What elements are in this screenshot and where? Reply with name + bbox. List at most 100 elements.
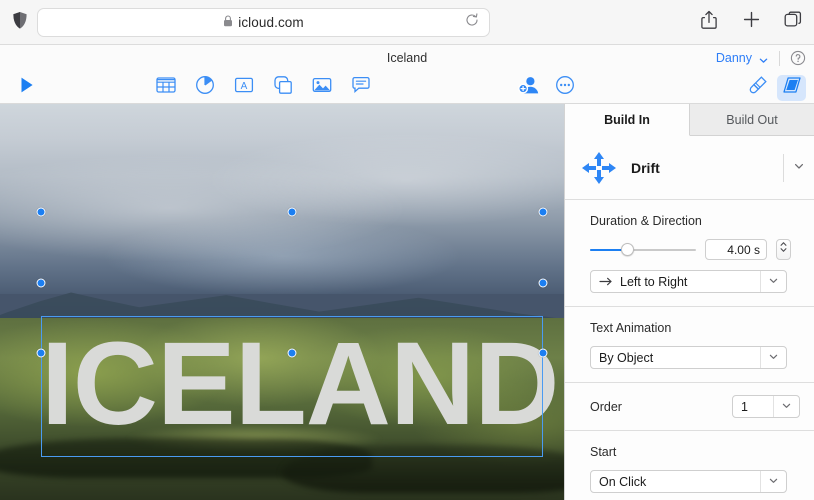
arrow-right-icon: [599, 276, 613, 287]
start-chevron[interactable]: [760, 471, 786, 492]
address-bar-content: icloud.com: [223, 14, 304, 32]
reload-button[interactable]: [464, 15, 480, 31]
selection-handle[interactable]: [37, 208, 46, 217]
media-icon: [312, 76, 332, 99]
chevron-down-icon: [768, 475, 779, 489]
duration-controls-row: 4.00 s: [590, 239, 800, 260]
format-button[interactable]: [747, 77, 769, 99]
add-person-icon: [518, 75, 540, 100]
slide-background-sky: [0, 104, 564, 294]
insert-comment-button[interactable]: [350, 77, 372, 99]
selection-handle[interactable]: [539, 279, 548, 288]
insert-shape-button[interactable]: [272, 77, 294, 99]
duration-slider[interactable]: [590, 242, 696, 258]
duration-section-label: Duration & Direction: [590, 214, 800, 228]
selection-handle[interactable]: [288, 349, 297, 358]
inspector-toolbar-group: [747, 71, 806, 104]
inspector-tabs: Build In Build Out: [565, 104, 814, 136]
four-way-arrow-icon: [577, 148, 621, 188]
duration-direction-section: Duration & Direction 4.00 s: [565, 200, 814, 307]
more-ellipsis-icon: [555, 75, 575, 100]
share-icon: [701, 10, 717, 35]
selection-handle[interactable]: [539, 349, 548, 358]
chevron-down-icon[interactable]: [758, 53, 769, 64]
slide-canvas[interactable]: ICELAND: [0, 104, 564, 500]
insert-table-button[interactable]: [155, 77, 177, 99]
tab-build-in[interactable]: Build In: [565, 104, 690, 136]
direction-value: Left to Right: [620, 275, 687, 289]
text-animation-value: By Object: [599, 351, 653, 365]
selection-handle[interactable]: [37, 349, 46, 358]
tab-build-out[interactable]: Build Out: [690, 104, 814, 136]
slider-thumb[interactable]: [621, 243, 634, 256]
effect-selector-row[interactable]: Drift: [565, 136, 814, 200]
help-icon[interactable]: [790, 50, 806, 66]
play-icon: [19, 76, 35, 99]
collaboration-toolbar-group: [518, 71, 576, 104]
tab-overview-icon: [784, 11, 802, 34]
animate-button[interactable]: [777, 75, 806, 101]
order-value: 1: [741, 400, 748, 414]
direction-chevron[interactable]: [760, 271, 786, 292]
chevron-down-icon: [768, 351, 779, 365]
animate-diamond-icon: [781, 75, 803, 100]
direction-dropdown[interactable]: Left to Right: [590, 270, 787, 293]
shield-icon: [12, 11, 28, 35]
duration-stepper[interactable]: [776, 239, 791, 260]
effect-chevron-button[interactable]: [784, 159, 814, 177]
collaborate-button[interactable]: [518, 77, 540, 99]
order-chevron[interactable]: [773, 396, 799, 417]
reload-icon: [465, 13, 479, 32]
play-button[interactable]: [12, 71, 42, 104]
app-toolbar: A: [0, 71, 814, 104]
selection-handle[interactable]: [37, 279, 46, 288]
new-tab-icon: [743, 11, 760, 33]
paintbrush-icon: [748, 75, 768, 100]
document-title-bar: Iceland Danny: [0, 45, 814, 71]
text-animation-chevron[interactable]: [760, 347, 786, 368]
insert-media-button[interactable]: [311, 77, 333, 99]
lock-icon: [223, 14, 233, 32]
comment-icon: [351, 76, 371, 99]
chevron-down-icon: [781, 400, 792, 414]
account-area: Danny: [716, 45, 806, 71]
insert-toolbar-group: A: [155, 71, 372, 104]
browser-toolbar: icloud.com: [0, 0, 814, 45]
privacy-shield-button[interactable]: [8, 11, 32, 35]
order-dropdown[interactable]: 1: [732, 395, 800, 418]
insert-text-button[interactable]: A: [233, 77, 255, 99]
text-animation-label: Text Animation: [590, 321, 800, 335]
order-section: Order 1: [565, 383, 814, 431]
more-options-button[interactable]: [554, 77, 576, 99]
stepper-arrows-icon: [779, 240, 788, 259]
effect-name: Drift: [631, 160, 783, 176]
account-name[interactable]: Danny: [716, 51, 752, 65]
text-animation-dropdown[interactable]: By Object: [590, 346, 787, 369]
shape-icon: [273, 75, 293, 100]
start-section: Start On Click: [565, 431, 814, 500]
selection-handle[interactable]: [288, 208, 297, 217]
start-value: On Click: [599, 475, 646, 489]
start-label: Start: [590, 445, 800, 459]
slide-title-text[interactable]: ICELAND: [41, 309, 543, 459]
text-animation-section: Text Animation By Object: [565, 307, 814, 383]
tab-overview-button[interactable]: [782, 10, 804, 34]
chevron-down-icon: [793, 159, 805, 177]
start-dropdown[interactable]: On Click: [590, 470, 787, 493]
table-icon: [156, 76, 176, 99]
insert-chart-button[interactable]: [194, 77, 216, 99]
divider: [779, 51, 780, 66]
address-bar-text: icloud.com: [238, 15, 304, 30]
chevron-down-icon: [768, 275, 779, 289]
text-box-icon: A: [234, 76, 254, 99]
selection-handle[interactable]: [539, 208, 548, 217]
address-bar[interactable]: icloud.com: [37, 8, 490, 37]
page-title: Iceland: [0, 51, 814, 65]
chart-icon: [195, 75, 215, 100]
animate-inspector-panel: Build In Build Out Drift: [564, 104, 814, 500]
keynote-web-window: icloud.com: [0, 0, 814, 500]
share-button[interactable]: [698, 10, 720, 34]
browser-actions: [698, 10, 804, 34]
new-tab-button[interactable]: [740, 10, 762, 34]
duration-value-field[interactable]: 4.00 s: [705, 239, 767, 260]
